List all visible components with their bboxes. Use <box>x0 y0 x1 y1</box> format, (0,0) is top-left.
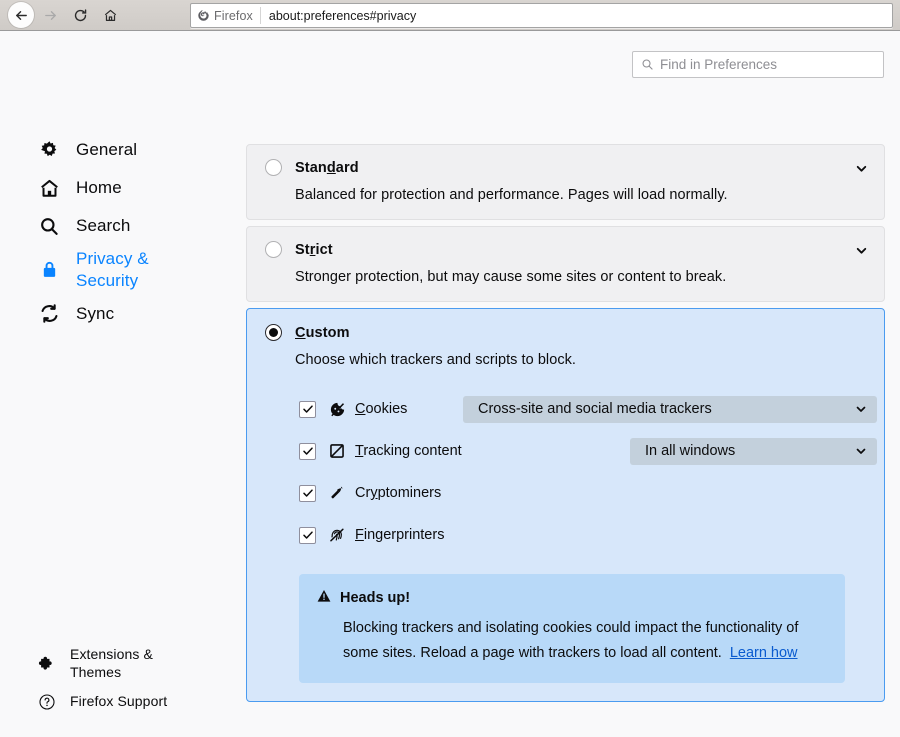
dropdown-value: Cross-site and social media trackers <box>478 401 712 417</box>
warning-triangle-icon <box>317 589 331 607</box>
radio-custom[interactable] <box>265 324 282 341</box>
dropdown-cookies[interactable]: Cross-site and social media trackers <box>463 395 877 423</box>
card-description: Balanced for protection and performance.… <box>295 187 728 203</box>
search-input[interactable]: Find in Preferences <box>632 51 884 78</box>
forward-arrow-icon <box>44 10 56 20</box>
checkbox-fingerprinters[interactable] <box>299 526 316 544</box>
sidebar-item-search[interactable]: Search <box>0 207 228 245</box>
warning-title: Heads up! <box>340 590 411 606</box>
puzzle-piece-icon <box>38 655 56 673</box>
checkbox-cookies[interactable] <box>299 400 316 418</box>
home-icon <box>104 9 116 21</box>
option-label-cryptominers: Cryptominers <box>355 485 442 501</box>
home-icon <box>38 177 60 199</box>
sidebar-item-sync[interactable]: Sync <box>0 295 228 333</box>
warning-body: Blocking trackers and isolating cookies … <box>343 616 827 666</box>
firefox-logo-icon <box>198 9 209 21</box>
card-title: Standard <box>295 159 359 176</box>
warning-header: Heads up! <box>317 589 827 607</box>
dropdown-tracking-content[interactable]: In all windows <box>630 437 877 465</box>
sidebar-item-label: Home <box>76 178 122 198</box>
heads-up-warning: Heads up! Blocking trackers and isolatin… <box>299 574 845 683</box>
card-description: Stronger protection, but may cause some … <box>295 269 727 285</box>
sidebar-main-nav: General Home Search Privacy & Security S… <box>0 131 228 333</box>
chevron-down-icon[interactable] <box>855 244 868 262</box>
option-label-tracking-content: Tracking content <box>355 443 462 459</box>
sidebar-item-label: Firefox Support <box>70 692 168 709</box>
question-mark-icon <box>38 693 56 711</box>
preferences-page: Find in Preferences General Home Search … <box>0 31 900 737</box>
search-icon <box>642 59 653 70</box>
option-row-tracking-content: Tracking content In all windows <box>299 430 877 472</box>
protection-card-custom[interactable]: Custom Choose which trackers and scripts… <box>246 308 885 702</box>
sidebar-item-home[interactable]: Home <box>0 169 228 207</box>
back-button[interactable] <box>8 2 34 28</box>
sidebar-item-label: Extensions & Themes <box>70 646 153 680</box>
custom-options-list: Cookies Cross-site and social media trac… <box>299 388 877 556</box>
card-header: Custom <box>265 324 866 341</box>
reload-button[interactable] <box>66 2 94 28</box>
sidebar-item-general[interactable]: General <box>0 131 228 169</box>
forward-button[interactable] <box>36 2 64 28</box>
identity-label: Firefox <box>214 8 253 23</box>
sidebar-footer-nav: Extensions & Themes Firefox Support <box>0 643 228 719</box>
identity-box[interactable]: Firefox <box>197 7 261 24</box>
sync-icon <box>38 303 60 325</box>
pickaxe-icon <box>328 484 346 502</box>
option-row-fingerprinters: Fingerprinters <box>299 514 866 556</box>
navigation-buttons <box>8 2 124 28</box>
fingerprint-icon <box>328 526 346 544</box>
option-row-cryptominers: Cryptominers <box>299 472 866 514</box>
gear-icon <box>38 139 60 161</box>
search-placeholder: Find in Preferences <box>660 57 778 72</box>
checkbox-tracking-content[interactable] <box>299 442 316 460</box>
chevron-down-icon <box>841 445 867 457</box>
reload-icon <box>74 8 86 21</box>
cookie-blocked-icon <box>328 400 346 418</box>
option-label-fingerprinters: Fingerprinters <box>355 527 445 543</box>
sidebar-item-privacy-security[interactable]: Privacy & Security <box>0 245 228 295</box>
sidebar-item-label: Search <box>76 216 131 236</box>
sidebar: General Home Search Privacy & Security S… <box>0 31 228 737</box>
chevron-down-icon[interactable] <box>855 162 868 180</box>
sidebar-item-label: General <box>76 140 138 160</box>
option-label-cookies: Cookies <box>355 401 408 417</box>
url-bar[interactable]: Firefox about:preferences#privacy <box>190 3 893 28</box>
protection-card-strict[interactable]: Strict Stronger protection, but may caus… <box>246 226 885 302</box>
checkbox-cryptominers[interactable] <box>299 484 316 502</box>
url-text[interactable]: about:preferences#privacy <box>261 9 416 23</box>
sidebar-item-extensions-themes[interactable]: Extensions & Themes <box>0 643 228 685</box>
card-header: Strict <box>265 241 866 258</box>
chevron-down-icon <box>841 403 867 415</box>
card-description: Choose which trackers and scripts to blo… <box>295 352 576 368</box>
sidebar-item-firefox-support[interactable]: Firefox Support <box>0 685 228 719</box>
sidebar-item-label: Privacy & Security <box>76 249 149 290</box>
radio-standard[interactable] <box>265 159 282 176</box>
find-in-preferences[interactable]: Find in Preferences <box>632 51 884 78</box>
lock-icon <box>38 259 60 281</box>
search-icon <box>38 215 60 237</box>
dropdown-value: In all windows <box>645 443 736 459</box>
sidebar-item-label: Sync <box>76 303 115 323</box>
card-title: Custom <box>295 324 350 341</box>
tracking-content-icon <box>328 442 346 460</box>
protection-card-standard[interactable]: Standard Balanced for protection and per… <box>246 144 885 220</box>
learn-how-link[interactable]: Learn how <box>730 645 798 661</box>
radio-strict[interactable] <box>265 241 282 258</box>
content-blocking-section: Standard Balanced for protection and per… <box>246 144 885 702</box>
home-button[interactable] <box>96 2 124 28</box>
browser-toolbar: Firefox about:preferences#privacy <box>0 0 900 31</box>
card-header: Standard <box>265 159 866 176</box>
card-title: Strict <box>295 241 333 258</box>
option-row-cookies: Cookies Cross-site and social media trac… <box>299 388 877 430</box>
back-arrow-icon <box>15 10 27 20</box>
